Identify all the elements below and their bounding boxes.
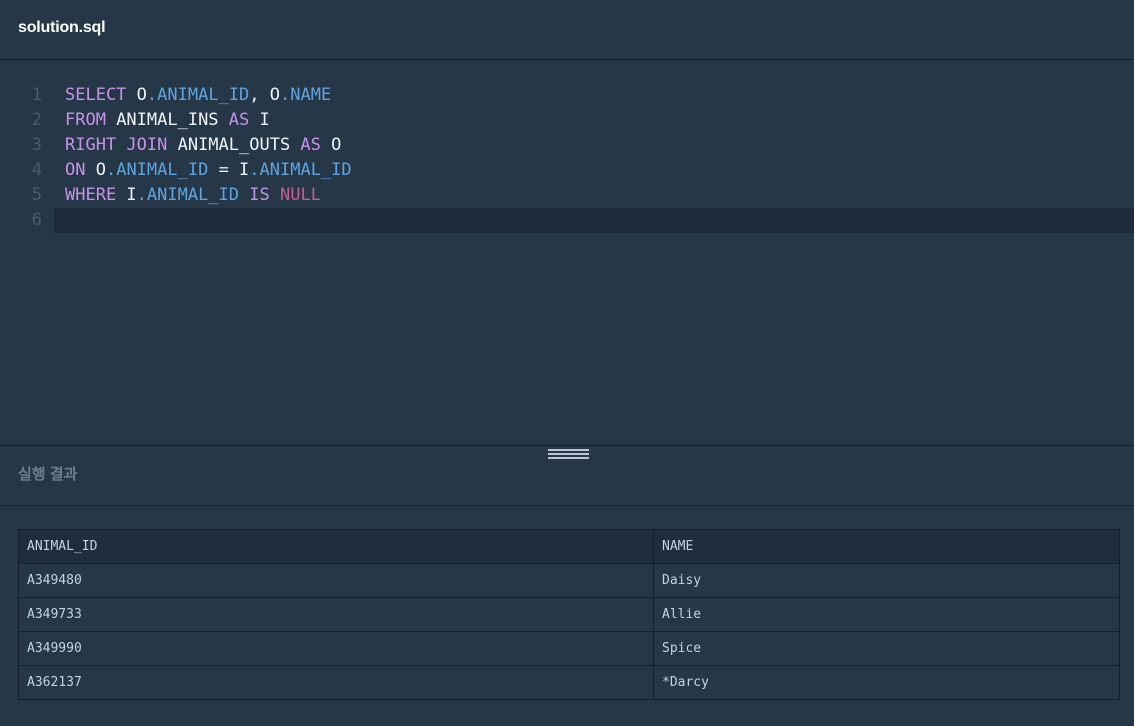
table-row: A349733 Allie	[18, 597, 1120, 632]
table-row: A362137 *Darcy	[18, 665, 1120, 700]
code-editor[interactable]: 1 SELECT O.ANIMAL_ID, O.NAME 2 FROM ANIMAL_…	[0, 61, 1134, 445]
code-token: WHERE	[65, 185, 117, 205]
result-table: ANIMAL_ID NAME A349480 Daisy A349733 All…	[18, 529, 1120, 700]
file-title: solution.sql	[18, 19, 106, 36]
cell-name: Daisy	[653, 563, 1120, 598]
code-token: ANIMAL_OUTS	[167, 135, 301, 155]
table-row: A349990 Spice	[18, 631, 1120, 666]
table-row: A349480 Daisy	[18, 563, 1120, 598]
cell-name: *Darcy	[653, 665, 1120, 700]
code-line[interactable]: 3 RIGHT JOIN ANIMAL_OUTS AS O	[0, 133, 1134, 158]
code-token: I	[249, 110, 270, 130]
code-token: .ANIMAL_ID	[136, 185, 240, 205]
column-header-name: NAME	[653, 529, 1120, 564]
code-text: SELECT O.ANIMAL_ID, O.NAME	[65, 83, 331, 108]
cell-animal-id: A349480	[18, 563, 654, 598]
code-token: O	[320, 135, 342, 155]
code-token: = I	[208, 160, 250, 180]
column-header-animal-id: ANIMAL_ID	[18, 529, 654, 564]
editor-header: solution.sql	[0, 0, 1134, 60]
line-number: 3	[31, 135, 42, 155]
code-token: AS	[228, 110, 250, 130]
line-number: 1	[31, 85, 42, 105]
code-token: NULL	[280, 185, 321, 205]
code-token: I	[116, 185, 137, 205]
line-number: 4	[31, 160, 42, 180]
cell-name: Spice	[653, 631, 1120, 666]
line-number: 5	[31, 185, 42, 205]
code-line[interactable]: 4 ON O.ANIMAL_ID = I.ANIMAL_ID	[0, 158, 1134, 183]
code-text: RIGHT JOIN ANIMAL_OUTS AS O	[65, 133, 341, 158]
cell-animal-id: A349733	[18, 597, 654, 632]
code-token: O	[136, 85, 147, 105]
cell-animal-id: A349990	[18, 631, 654, 666]
code-line[interactable]: 2 FROM ANIMAL_INS AS I	[0, 108, 1134, 133]
code-text: FROM ANIMAL_INS AS I	[65, 108, 270, 133]
code-token: .ANIMAL_ID	[105, 160, 209, 180]
line-number: 2	[31, 110, 42, 130]
code-token: ANIMAL_INS	[105, 110, 229, 130]
line-number: 6	[31, 210, 42, 230]
code-token: .ANIMAL_ID	[249, 160, 352, 180]
code-text: ON O.ANIMAL_ID = I.ANIMAL_ID	[65, 158, 352, 183]
code-token: FROM	[65, 110, 106, 130]
code-line[interactable]: 6	[0, 208, 1134, 233]
code-token: .NAME	[280, 85, 332, 105]
code-token: O	[269, 85, 281, 105]
table-header-row: ANIMAL_ID NAME	[18, 529, 1120, 564]
code-token: RIGHT JOIN	[65, 135, 168, 155]
code-token: O	[85, 160, 106, 180]
cell-name: Allie	[653, 597, 1120, 632]
code-line[interactable]: 1 SELECT O.ANIMAL_ID, O.NAME	[0, 83, 1134, 108]
code-token: AS	[300, 135, 321, 155]
result-title: 실행 결과	[18, 466, 78, 483]
code-token: ,	[249, 85, 270, 105]
code-token: ON	[65, 160, 86, 180]
code-token: IS	[249, 185, 270, 205]
cell-animal-id: A362137	[18, 665, 654, 700]
code-token: .ANIMAL_ID	[146, 85, 250, 105]
code-line[interactable]: 5 WHERE I.ANIMAL_ID IS NULL	[0, 183, 1134, 208]
code-text: WHERE I.ANIMAL_ID IS NULL	[65, 183, 321, 208]
resize-handle-icon[interactable]	[548, 449, 589, 461]
code-token: SELECT	[65, 85, 127, 105]
